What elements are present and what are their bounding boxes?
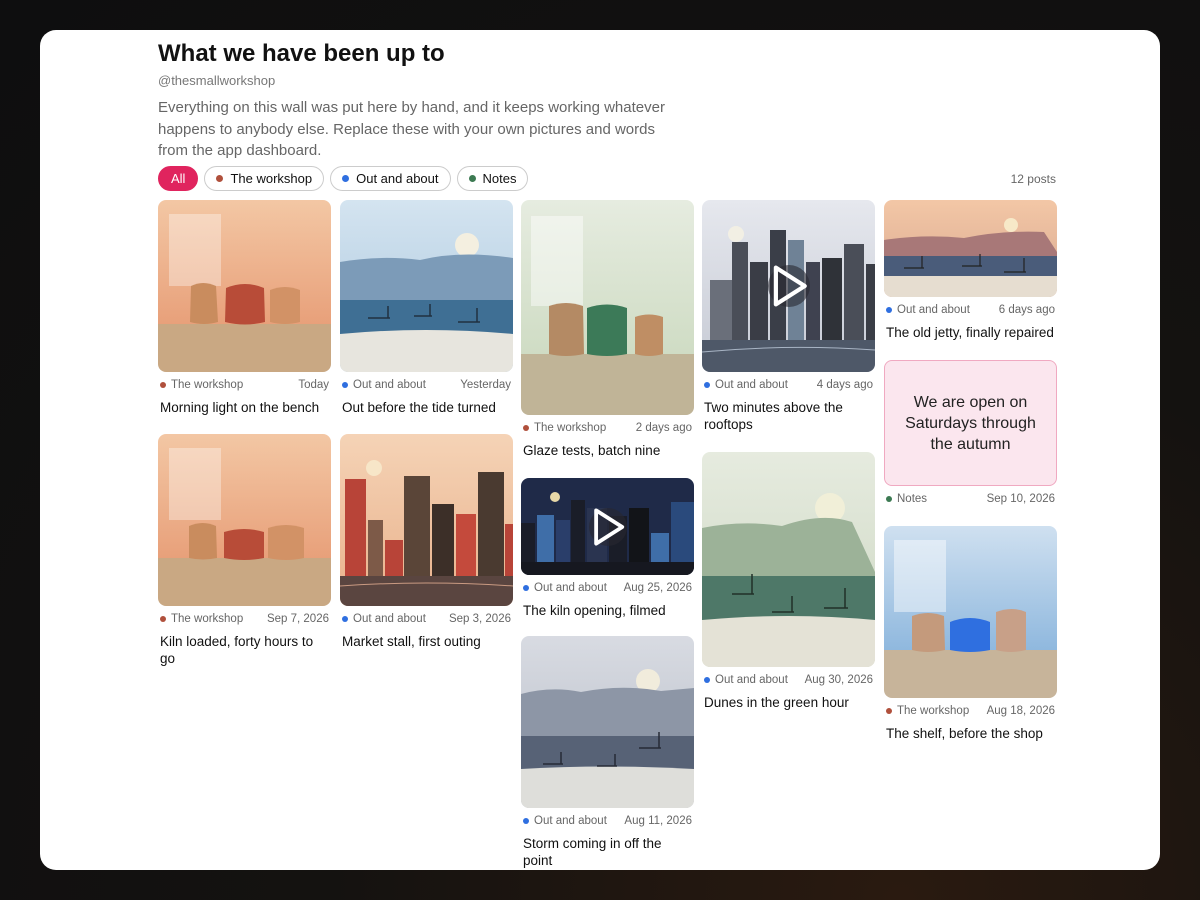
post-card[interactable]: Out and about Aug 11, 2026 Storm coming … [521, 636, 694, 869]
app-window: What we have been up to @thesmallworksho… [40, 30, 1160, 870]
play-icon [773, 265, 807, 307]
category-dot-icon [342, 382, 348, 388]
post-card[interactable]: Out and about Sep 3, 2026 Market stall, … [340, 434, 513, 650]
post-meta: Out and about Sep 3, 2026 [340, 613, 513, 625]
post-title: Glaze tests, batch nine [523, 443, 661, 458]
post-meta: Out and about Aug 30, 2026 [702, 674, 875, 686]
category-dot-icon [160, 382, 166, 388]
post-title: Out before the tide turned [342, 400, 496, 415]
post-date: Aug 30, 2026 [804, 674, 873, 686]
post-title: The shelf, before the shop [886, 726, 1043, 741]
post-image[interactable] [158, 434, 331, 606]
post-meta: Out and about 4 days ago [702, 379, 875, 391]
post-image[interactable] [158, 200, 331, 372]
play-button[interactable] [767, 265, 810, 307]
category-dot-icon [523, 425, 529, 431]
post-date: Aug 25, 2026 [623, 582, 692, 594]
post-title: Morning light on the bench [160, 400, 320, 415]
post-title: Two minutes above the rooftops [704, 400, 843, 432]
filter-the-workshop[interactable]: The workshop [204, 166, 325, 191]
post-card[interactable]: The workshop Sep 7, 2026 Kiln loaded, fo… [158, 434, 331, 667]
post-title: Dunes in the green hour [704, 695, 849, 710]
post-meta: Notes Sep 10, 2026 [884, 493, 1057, 505]
filter-out-and-about[interactable]: Out and about [330, 166, 451, 191]
play-button[interactable] [588, 507, 627, 546]
post-card[interactable]: Out and about 6 days ago The old jetty, … [884, 200, 1057, 341]
category-dot-icon [342, 616, 348, 622]
page-description: Everything on this wall was put here by … [158, 99, 665, 159]
post-title: Kiln loaded, forty hours to go [160, 634, 314, 666]
category-dot-icon [886, 496, 892, 502]
post-date: 2 days ago [635, 422, 692, 434]
post-meta: The workshop Sep 7, 2026 [158, 613, 331, 625]
post-image[interactable] [521, 636, 694, 808]
post-video[interactable] [521, 478, 694, 575]
post-meta: Out and about 6 days ago [884, 304, 1057, 316]
post-card[interactable]: Out and about Aug 25, 2026 The kiln open… [521, 478, 694, 619]
note-card[interactable]: We are open on Saturdays through the aut… [884, 360, 1057, 505]
post-card[interactable]: Out and about 4 days ago Two minutes abo… [702, 200, 875, 433]
post-video[interactable] [702, 200, 875, 372]
post-meta: Out and about Aug 11, 2026 [521, 815, 694, 827]
post-image[interactable] [340, 434, 513, 606]
category-dot-icon [704, 382, 710, 388]
category-dot-icon [886, 708, 892, 714]
post-date: Aug 18, 2026 [986, 705, 1055, 717]
post-image[interactable] [884, 526, 1057, 698]
post-title: Market stall, first outing [342, 634, 481, 649]
post-image[interactable] [521, 200, 694, 415]
post-date: Today [298, 379, 329, 391]
post-date: Yesterday [460, 379, 511, 391]
post-card[interactable]: Out and about Yesterday Out before the t… [340, 200, 513, 416]
post-card[interactable]: The workshop 2 days ago Glaze tests, bat… [521, 200, 694, 459]
post-meta: Out and about Yesterday [340, 379, 513, 391]
post-date: 4 days ago [816, 379, 873, 391]
post-title: The old jetty, finally repaired [886, 325, 1054, 340]
page-title: What we have been up to [158, 40, 445, 67]
play-icon [593, 507, 624, 546]
category-filters: All The workshop Out and about Notes [158, 166, 529, 191]
post-title: The kiln opening, filmed [523, 603, 666, 618]
post-date: 6 days ago [998, 304, 1055, 316]
post-card[interactable]: The workshop Today Morning light on the … [158, 200, 331, 416]
post-date: Aug 11, 2026 [624, 815, 692, 827]
post-image[interactable] [702, 452, 875, 667]
post-date: Sep 10, 2026 [986, 493, 1055, 505]
category-dot-icon [160, 616, 166, 622]
category-dot-icon [886, 307, 892, 313]
post-image[interactable] [340, 200, 513, 372]
post-title: Storm coming in off the point [523, 836, 662, 868]
post-meta: The workshop 2 days ago [521, 422, 694, 434]
post-card[interactable]: Out and about Aug 30, 2026 Dunes in the … [702, 452, 875, 711]
filter-all[interactable]: All [158, 166, 199, 191]
category-dot-icon [704, 677, 710, 683]
post-image[interactable] [884, 200, 1057, 297]
filter-notes[interactable]: Notes [456, 166, 529, 191]
out-dot-icon [342, 175, 350, 182]
category-dot-icon [523, 818, 529, 824]
post-card[interactable]: The workshop Aug 18, 2026 The shelf, bef… [884, 526, 1057, 742]
page-header: What we have been up to @thesmallworksho… [158, 40, 678, 162]
account-handle: @thesmallworkshop [158, 73, 276, 88]
post-meta: The workshop Aug 18, 2026 [884, 705, 1057, 717]
notes-dot-icon [468, 175, 476, 182]
category-dot-icon [523, 585, 529, 591]
workshop-dot-icon [216, 175, 224, 182]
post-meta: Out and about Aug 25, 2026 [521, 582, 694, 594]
post-meta: The workshop Today [158, 379, 331, 391]
note-text: We are open on Saturdays through the aut… [884, 360, 1057, 486]
post-date: Sep 7, 2026 [266, 613, 329, 625]
post-date: Sep 3, 2026 [448, 613, 511, 625]
post-count: 12 posts [1010, 172, 1056, 186]
